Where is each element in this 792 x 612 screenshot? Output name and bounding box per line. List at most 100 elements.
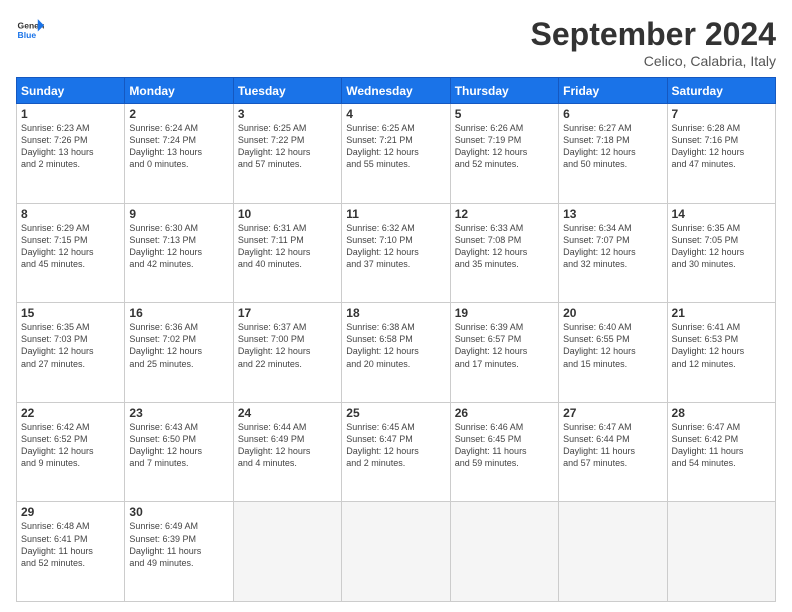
day-info: Sunrise: 6:35 AMSunset: 7:03 PMDaylight:…: [21, 322, 94, 368]
day-info: Sunrise: 6:30 AMSunset: 7:13 PMDaylight:…: [129, 223, 202, 269]
calendar-row-0: 1Sunrise: 6:23 AMSunset: 7:26 PMDaylight…: [17, 104, 776, 204]
day-info: Sunrise: 6:33 AMSunset: 7:08 PMDaylight:…: [455, 223, 528, 269]
table-row: 13 Sunrise: 6:34 AMSunset: 7:07 PMDayligh…: [559, 203, 667, 303]
day-number: 6: [563, 107, 662, 121]
table-row: 24 Sunrise: 6:44 AMSunset: 6:49 PMDayligh…: [233, 402, 341, 502]
day-number: 13: [563, 207, 662, 221]
header-monday: Monday: [125, 78, 233, 104]
day-number: 30: [129, 505, 228, 519]
calendar-row-4: 29 Sunrise: 6:48 AMSunset: 6:41 PMDayligh…: [17, 502, 776, 602]
calendar-row-1: 8 Sunrise: 6:29 AMSunset: 7:15 PMDaylight…: [17, 203, 776, 303]
table-row: 17 Sunrise: 6:37 AMSunset: 7:00 PMDayligh…: [233, 303, 341, 403]
header-saturday: Saturday: [667, 78, 775, 104]
table-row: 6 Sunrise: 6:27 AMSunset: 7:18 PMDaylight…: [559, 104, 667, 204]
table-row: 7 Sunrise: 6:28 AMSunset: 7:16 PMDaylight…: [667, 104, 775, 204]
day-number: 28: [672, 406, 771, 420]
day-info: Sunrise: 6:31 AMSunset: 7:11 PMDaylight:…: [238, 223, 311, 269]
day-number: 25: [346, 406, 445, 420]
day-info: Sunrise: 6:23 AMSunset: 7:26 PMDaylight:…: [21, 123, 94, 169]
day-info: Sunrise: 6:37 AMSunset: 7:00 PMDaylight:…: [238, 322, 311, 368]
subtitle: Celico, Calabria, Italy: [531, 53, 776, 69]
day-info: Sunrise: 6:29 AMSunset: 7:15 PMDaylight:…: [21, 223, 94, 269]
day-info: Sunrise: 6:32 AMSunset: 7:10 PMDaylight:…: [346, 223, 419, 269]
day-info: Sunrise: 6:46 AMSunset: 6:45 PMDaylight:…: [455, 422, 527, 468]
month-title: September 2024: [531, 16, 776, 53]
day-info: Sunrise: 6:34 AMSunset: 7:07 PMDaylight:…: [563, 223, 636, 269]
day-number: 21: [672, 306, 771, 320]
day-number: 4: [346, 107, 445, 121]
day-number: 5: [455, 107, 554, 121]
day-number: 9: [129, 207, 228, 221]
day-info: Sunrise: 6:44 AMSunset: 6:49 PMDaylight:…: [238, 422, 311, 468]
day-info: Sunrise: 6:49 AMSunset: 6:39 PMDaylight:…: [129, 521, 201, 567]
table-row: 8 Sunrise: 6:29 AMSunset: 7:15 PMDaylight…: [17, 203, 125, 303]
header-friday: Friday: [559, 78, 667, 104]
day-number: 27: [563, 406, 662, 420]
day-number: 29: [21, 505, 120, 519]
day-info: Sunrise: 6:42 AMSunset: 6:52 PMDaylight:…: [21, 422, 94, 468]
table-row: 20 Sunrise: 6:40 AMSunset: 6:55 PMDayligh…: [559, 303, 667, 403]
table-row: 23 Sunrise: 6:43 AMSunset: 6:50 PMDayligh…: [125, 402, 233, 502]
table-row: [233, 502, 341, 602]
table-row: 5Sunrise: 6:26 AMSunset: 7:19 PMDaylight…: [450, 104, 558, 204]
calendar-row-3: 22Sunrise: 6:42 AMSunset: 6:52 PMDayligh…: [17, 402, 776, 502]
table-row: 22Sunrise: 6:42 AMSunset: 6:52 PMDayligh…: [17, 402, 125, 502]
calendar-table: Sunday Monday Tuesday Wednesday Thursday…: [16, 77, 776, 602]
day-info: Sunrise: 6:28 AMSunset: 7:16 PMDaylight:…: [672, 123, 745, 169]
day-number: 15: [21, 306, 120, 320]
day-number: 16: [129, 306, 228, 320]
logo-icon: General Blue: [16, 16, 44, 44]
day-number: 17: [238, 306, 337, 320]
table-row: 12 Sunrise: 6:33 AMSunset: 7:08 PMDayligh…: [450, 203, 558, 303]
table-row: [342, 502, 450, 602]
day-info: Sunrise: 6:47 AMSunset: 6:42 PMDaylight:…: [672, 422, 744, 468]
day-number: 7: [672, 107, 771, 121]
header-sunday: Sunday: [17, 78, 125, 104]
day-info: Sunrise: 6:25 AMSunset: 7:21 PMDaylight:…: [346, 123, 419, 169]
day-info: Sunrise: 6:43 AMSunset: 6:50 PMDaylight:…: [129, 422, 202, 468]
table-row: 9 Sunrise: 6:30 AMSunset: 7:13 PMDaylight…: [125, 203, 233, 303]
table-row: [450, 502, 558, 602]
table-row: 4 Sunrise: 6:25 AMSunset: 7:21 PMDaylight…: [342, 104, 450, 204]
day-number: 18: [346, 306, 445, 320]
table-row: 10 Sunrise: 6:31 AMSunset: 7:11 PMDayligh…: [233, 203, 341, 303]
table-row: 19Sunrise: 6:39 AMSunset: 6:57 PMDayligh…: [450, 303, 558, 403]
calendar-header-row: Sunday Monday Tuesday Wednesday Thursday…: [17, 78, 776, 104]
page: General Blue September 2024 Celico, Cala…: [0, 0, 792, 612]
day-number: 2: [129, 107, 228, 121]
day-number: 24: [238, 406, 337, 420]
table-row: 11 Sunrise: 6:32 AMSunset: 7:10 PMDayligh…: [342, 203, 450, 303]
day-number: 10: [238, 207, 337, 221]
day-info: Sunrise: 6:41 AMSunset: 6:53 PMDaylight:…: [672, 322, 745, 368]
day-number: 20: [563, 306, 662, 320]
table-row: 14 Sunrise: 6:35 AMSunset: 7:05 PMDayligh…: [667, 203, 775, 303]
table-row: 3 Sunrise: 6:25 AMSunset: 7:22 PMDaylight…: [233, 104, 341, 204]
title-section: September 2024 Celico, Calabria, Italy: [531, 16, 776, 69]
day-number: 12: [455, 207, 554, 221]
day-number: 8: [21, 207, 120, 221]
day-info: Sunrise: 6:35 AMSunset: 7:05 PMDaylight:…: [672, 223, 745, 269]
table-row: 30 Sunrise: 6:49 AMSunset: 6:39 PMDayligh…: [125, 502, 233, 602]
day-info: Sunrise: 6:27 AMSunset: 7:18 PMDaylight:…: [563, 123, 636, 169]
table-row: 15 Sunrise: 6:35 AMSunset: 7:03 PMDayligh…: [17, 303, 125, 403]
table-row: 28 Sunrise: 6:47 AMSunset: 6:42 PMDayligh…: [667, 402, 775, 502]
header-tuesday: Tuesday: [233, 78, 341, 104]
header: General Blue September 2024 Celico, Cala…: [16, 16, 776, 69]
day-number: 11: [346, 207, 445, 221]
day-info: Sunrise: 6:25 AMSunset: 7:22 PMDaylight:…: [238, 123, 311, 169]
day-info: Sunrise: 6:36 AMSunset: 7:02 PMDaylight:…: [129, 322, 202, 368]
table-row: 26Sunrise: 6:46 AMSunset: 6:45 PMDayligh…: [450, 402, 558, 502]
day-info: Sunrise: 6:24 AMSunset: 7:24 PMDaylight:…: [129, 123, 202, 169]
day-number: 23: [129, 406, 228, 420]
day-number: 14: [672, 207, 771, 221]
calendar-row-2: 15 Sunrise: 6:35 AMSunset: 7:03 PMDayligh…: [17, 303, 776, 403]
table-row: 16 Sunrise: 6:36 AMSunset: 7:02 PMDayligh…: [125, 303, 233, 403]
svg-text:Blue: Blue: [18, 30, 37, 40]
table-row: 21 Sunrise: 6:41 AMSunset: 6:53 PMDayligh…: [667, 303, 775, 403]
day-number: 3: [238, 107, 337, 121]
day-info: Sunrise: 6:38 AMSunset: 6:58 PMDaylight:…: [346, 322, 419, 368]
day-info: Sunrise: 6:40 AMSunset: 6:55 PMDaylight:…: [563, 322, 636, 368]
header-thursday: Thursday: [450, 78, 558, 104]
day-info: Sunrise: 6:48 AMSunset: 6:41 PMDaylight:…: [21, 521, 93, 567]
table-row: 1Sunrise: 6:23 AMSunset: 7:26 PMDaylight…: [17, 104, 125, 204]
